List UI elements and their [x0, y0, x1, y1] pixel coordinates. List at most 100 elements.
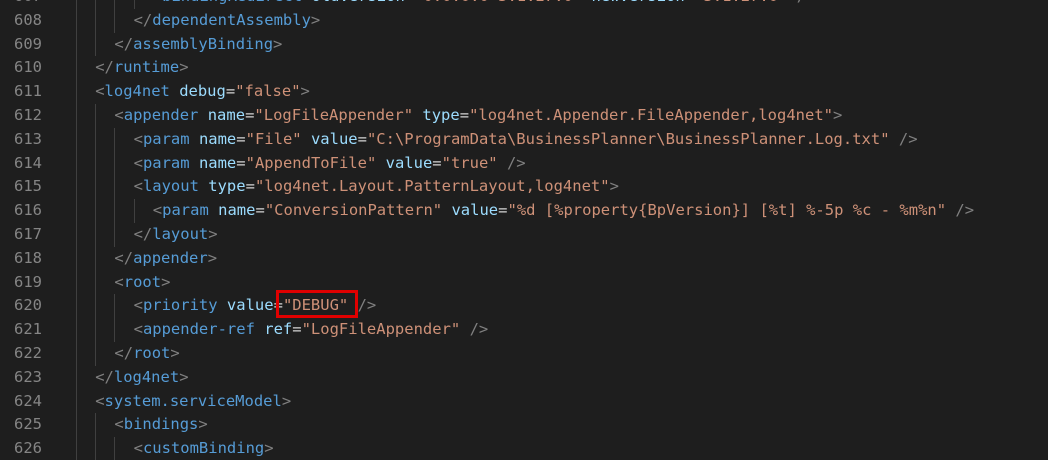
code-line[interactable]: 610 </runtime> [0, 56, 1048, 81]
code-token-attr: value [376, 153, 433, 172]
code-lines: 607<bindingRedirect oldVersion="0.0.0.0-… [0, 0, 1048, 460]
code-token-attr: oldVersion [302, 0, 404, 5]
code-token-val: "%d [%property{BpVersion}] [%t] %-5p %c … [507, 201, 947, 220]
line-number: 622 [14, 343, 42, 362]
code-text[interactable]: <bindings> [114, 413, 207, 437]
code-token-punc: < [153, 0, 162, 5]
code-line[interactable]: 620 <priority value="DEBUG" /> [0, 294, 1048, 319]
code-text[interactable]: <system.serviceModel> [95, 390, 291, 414]
code-line[interactable]: 625 <bindings> [0, 413, 1048, 438]
code-line[interactable]: 626 <customBinding> [0, 437, 1048, 460]
indent-guide [95, 294, 97, 319]
code-token-attr: value [301, 129, 358, 148]
code-text[interactable]: </appender> [114, 247, 217, 271]
code-token-punc: < [133, 177, 143, 196]
code-token-eq: = [236, 153, 246, 172]
code-token-punc: < [133, 129, 143, 148]
code-token-eq: = [225, 82, 236, 101]
code-token-punc: > [609, 177, 619, 196]
code-token-eq: = [405, 0, 414, 5]
code-text[interactable]: </assemblyBinding> [114, 33, 282, 57]
code-text[interactable]: <appender-ref ref="LogFileAppender" /> [134, 318, 489, 342]
code-token-punc: </ [114, 343, 134, 362]
code-line[interactable]: 616 <param name="ConversionPattern" value… [0, 199, 1048, 223]
code-text[interactable]: <log4net debug="false"> [95, 80, 310, 104]
code-token-attr: type [198, 177, 246, 196]
code-line[interactable]: 623 </log4net> [0, 365, 1048, 390]
code-token-punc: </ [114, 248, 134, 267]
indent-guide [95, 127, 97, 152]
code-token-punc: > [207, 248, 218, 267]
code-text[interactable]: <root> [114, 271, 170, 295]
code-token-punc: < [133, 320, 143, 339]
code-token-attr: ref [254, 320, 293, 339]
code-text[interactable]: <param name="ConversionPattern" value="%… [153, 199, 974, 223]
code-token-val: "false" [235, 82, 301, 101]
code-token-punc: > [208, 224, 218, 243]
line-number: 624 [14, 391, 42, 410]
code-token-punc: < [152, 201, 163, 220]
code-token-punc: < [95, 82, 105, 101]
code-line[interactable]: 613 <param name="File" value="C:\ProgramD… [0, 127, 1048, 152]
code-token-val: "ConversionPattern" [264, 201, 443, 220]
code-text[interactable]: <bindingRedirect oldVersion="0.0.0.0-3.1… [153, 0, 816, 9]
indent-guide [95, 199, 97, 223]
code-text[interactable]: </runtime> [95, 56, 188, 80]
code-token-punc: < [95, 391, 105, 410]
code-text[interactable]: <customBinding> [134, 437, 274, 460]
code-line[interactable]: 612 <appender name="LogFileAppender" type… [0, 103, 1048, 128]
code-token-tag: bindings [123, 415, 199, 434]
code-text[interactable]: <param name="File" value="C:\ProgramData… [134, 128, 918, 152]
code-line[interactable]: 615 <layout type="log4net.Layout.PatternL… [0, 175, 1048, 200]
code-text[interactable]: <param name="AppendToFile" value="true" … [134, 152, 526, 176]
indent-guide [95, 175, 97, 200]
code-token-punc: /> [889, 129, 918, 148]
indent-guide [76, 437, 77, 460]
indent-guide [76, 270, 77, 295]
code-token-punc: > [161, 272, 171, 291]
code-token-val: "true" [441, 153, 498, 172]
code-text[interactable]: </dependentAssembly> [134, 9, 321, 33]
code-line[interactable]: 611 <log4net debug="false"> [0, 80, 1048, 104]
code-line[interactable]: 608 </dependentAssembly> [0, 8, 1048, 33]
indent-guide [76, 246, 77, 271]
code-text[interactable]: </layout> [134, 223, 218, 247]
code-token-val: "3.1.27.0" [694, 0, 787, 5]
code-line[interactable]: 614 <param name="AppendToFile" value="tru… [0, 151, 1048, 176]
code-line[interactable]: 618 </appender> [0, 246, 1048, 271]
code-token-val: "AppendToFile" [245, 153, 377, 172]
code-text[interactable]: <layout type="log4net.Layout.PatternLayo… [134, 175, 619, 199]
code-text[interactable]: <appender name="LogFileAppender" type="l… [114, 104, 842, 128]
line-number: 614 [14, 153, 42, 172]
code-line[interactable]: 617 </layout> [0, 222, 1048, 247]
indent-guide [95, 318, 97, 342]
code-token-val: "File" [245, 129, 302, 148]
code-line[interactable]: 609 </assemblyBinding> [0, 32, 1048, 57]
code-editor[interactable]: 607<bindingRedirect oldVersion="0.0.0.0-… [0, 0, 1048, 460]
code-text[interactable]: </root> [114, 342, 179, 366]
code-token-punc: > [281, 391, 292, 410]
code-token-tag: assemblyBinding [133, 34, 274, 53]
indent-guide [76, 199, 77, 223]
code-token-punc: </ [95, 367, 114, 386]
line-number: 616 [14, 201, 42, 220]
code-token-val: "C:\ProgramData\BusinessPlanner\Business… [366, 129, 890, 148]
code-text[interactable]: <priority value="DEBUG" /> [134, 294, 377, 318]
code-token-tag: appender [133, 248, 208, 267]
code-line[interactable]: 607<bindingRedirect oldVersion="0.0.0.0-… [0, 0, 1048, 9]
code-token-punc: </ [133, 10, 153, 29]
code-line[interactable]: 624 <system.serviceModel> [0, 389, 1048, 414]
code-token-attr: type [413, 105, 460, 124]
code-text[interactable]: </log4net> [95, 366, 188, 390]
indent-guide [76, 365, 77, 390]
code-token-eq: = [245, 177, 255, 196]
code-line[interactable]: 619 <root> [0, 270, 1048, 295]
code-token-punc: </ [114, 34, 134, 53]
code-token-attr: value [217, 296, 274, 315]
code-token-attr: name [189, 153, 237, 172]
code-line[interactable]: 621 <appender-ref ref="LogFileAppender" /… [0, 318, 1048, 342]
indent-guide [114, 318, 116, 342]
code-line[interactable]: 622 </root> [0, 341, 1048, 366]
indent-guide [95, 103, 97, 128]
line-number: 611 [14, 82, 42, 101]
